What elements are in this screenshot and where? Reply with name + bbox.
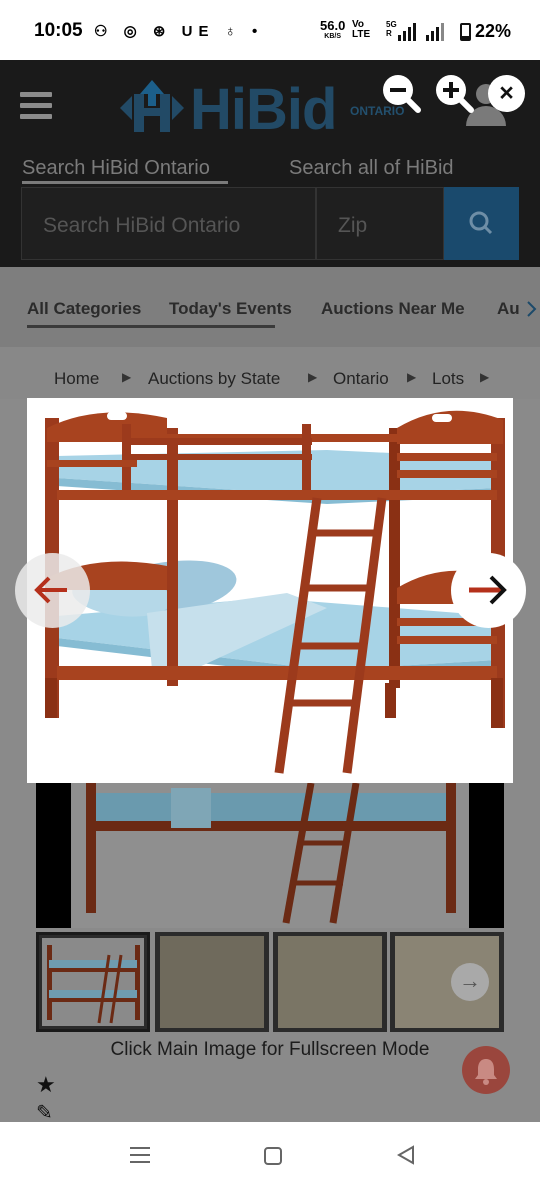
network-speed: 56.0 KB/S	[320, 18, 346, 42]
gallery-caption: Click Main Image for Fullscreen Mode	[110, 1039, 430, 1060]
category-near-me[interactable]: Auctions Near Me	[321, 299, 465, 319]
notification-icons: ⚇ ◎ ⊛ UE ♁ •	[94, 23, 264, 40]
battery-level	[462, 36, 469, 39]
breadcrumb-separator-icon: ▶	[308, 370, 318, 384]
home-icon[interactable]	[264, 1147, 282, 1165]
status-time: 10:05	[34, 20, 83, 41]
zoom-in-button[interactable]	[433, 72, 474, 113]
thumbnail-box-image	[160, 936, 264, 1028]
hamburger-menu-icon[interactable]	[20, 92, 52, 120]
network-speed-unit: KB/S	[324, 33, 342, 40]
fullscreen-image[interactable]	[27, 398, 513, 783]
search-input[interactable]: Search HiBid Ontario	[21, 187, 316, 260]
thumbnail-bunk-bed-image	[42, 938, 144, 1026]
tab-search-all[interactable]: Search all of HiBid	[289, 157, 454, 180]
zip-input[interactable]: Zip	[316, 187, 444, 260]
star-icon[interactable]: ★	[36, 1072, 56, 1098]
lte-label: LTE	[352, 29, 371, 40]
zoom-out-icon	[383, 75, 421, 113]
zoom-out-button[interactable]	[380, 72, 421, 113]
tab-search-local[interactable]: Search HiBid Ontario	[22, 157, 210, 180]
thumbnail-box-image	[278, 936, 382, 1028]
breadcrumb-ontario[interactable]: Ontario	[333, 369, 389, 389]
arrow-left-icon	[34, 576, 67, 604]
breadcrumb-home[interactable]: Home	[54, 369, 99, 389]
breadcrumb-separator-icon: ▶	[480, 370, 490, 384]
network-speed-value: 56.0	[320, 18, 346, 33]
search-button[interactable]	[444, 187, 519, 260]
site-logo[interactable]: HiBid	[190, 76, 337, 143]
battery-percent: 22%	[475, 21, 512, 41]
signal-icon	[398, 23, 444, 41]
category-all[interactable]: All Categories	[27, 299, 141, 319]
search-icon	[469, 211, 493, 235]
breadcrumb-auctions-by-state[interactable]: Auctions by State	[148, 369, 280, 389]
thumbnail-3[interactable]	[273, 932, 387, 1032]
bunk-bed-image	[45, 410, 505, 774]
notification-bell-button[interactable]	[462, 1046, 510, 1094]
volte-indicator: Vo LTE	[352, 20, 370, 40]
thumbnail-next-icon[interactable]: →	[451, 963, 489, 1001]
close-icon: ×	[499, 79, 514, 107]
tab-active-underline	[22, 181, 228, 184]
back-icon[interactable]	[396, 1145, 416, 1165]
category-todays-events[interactable]: Today's Events	[169, 299, 292, 319]
thumbnail-1[interactable]	[36, 932, 150, 1032]
breadcrumb-lots[interactable]: Lots	[432, 369, 464, 389]
bell-icon	[475, 1059, 497, 1085]
hibid-logo-icon	[120, 80, 184, 132]
category-more[interactable]: Au	[497, 299, 520, 319]
main-image[interactable]	[71, 782, 469, 928]
previous-image-button[interactable]	[15, 553, 90, 628]
recent-apps-icon[interactable]	[130, 1146, 150, 1164]
category-active-underline	[27, 325, 275, 328]
zoom-in-icon	[436, 75, 474, 113]
next-image-button[interactable]	[451, 553, 526, 628]
thumbnail-2[interactable]	[155, 932, 269, 1032]
breadcrumb-separator-icon: ▶	[122, 370, 132, 384]
bunk-bed-image-dim	[86, 782, 456, 924]
breadcrumb-separator-icon: ▶	[407, 370, 417, 384]
chevron-right-icon[interactable]	[526, 300, 538, 318]
arrow-right-icon	[469, 575, 507, 605]
close-button[interactable]: ×	[488, 75, 525, 112]
